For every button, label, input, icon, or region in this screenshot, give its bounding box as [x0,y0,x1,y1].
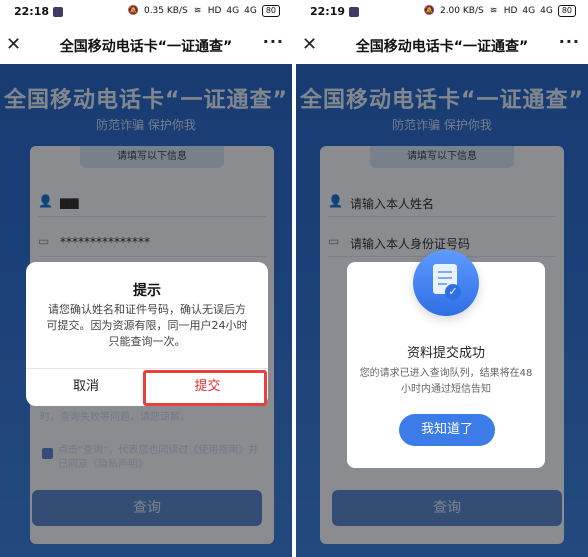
signal-2: 4G [540,6,553,16]
page-title: 全国移动电话卡“一证通查” [355,39,529,55]
success-dialog: ✓ 资料提交成功 您的请求已进入查询队列，结果将在48小时内通过短信告知 我知道… [347,250,545,468]
mute-icon: 🔕 [423,6,435,16]
more-icon[interactable]: ··· [559,32,580,51]
status-bar: 22:19 🔕 2.00 KB/S ≋ HD 4G 4G 80 [296,0,588,26]
got-it-button[interactable]: 我知道了 [399,414,495,446]
hd-label: HD [503,6,518,16]
page-title: 全国移动电话卡“一证通查” [59,39,233,55]
screen-left: 22:18 🔕 0.35 KB/S ≋ HD 4G 4G 80 ✕ 全国移动电话… [0,0,292,557]
success-title: 资料提交成功 [406,346,485,361]
wifi-icon: ≋ [489,6,498,16]
battery-icon: 80 [261,5,280,17]
success-description: 您的请求已进入查询队列，结果将在48小时内通过短信告知 [359,368,533,395]
document-check-icon: ✓ [413,250,479,316]
net-speed: 0.35 KB/S [143,6,188,16]
status-time: 22:18 [14,5,50,18]
submit-highlight-box [143,370,267,406]
mute-icon: 🔕 [127,6,139,16]
dialog-title: 提示 [133,283,161,299]
nav-bar: ✕ 全国移动电话卡“一证通查” ··· [296,26,588,64]
more-icon[interactable]: ··· [263,32,284,51]
dialog-body: 请您确认姓名和证件号码，确认无误后方可提交。因为资源有限，同一用户24小时只能查… [46,303,248,348]
check-icon: ✓ [445,284,461,300]
nav-bar: ✕ 全国移动电话卡“一证通查” ··· [0,26,292,64]
signal-1: 4G [226,6,240,16]
battery-icon: 80 [557,5,576,17]
status-time: 22:19 [310,5,346,18]
status-bar: 22:18 🔕 0.35 KB/S ≋ HD 4G 4G 80 [0,0,292,26]
app-notification-icon [53,7,63,17]
cancel-button[interactable]: 取消 [26,368,146,406]
wifi-icon: ≋ [193,6,202,16]
app-notification-icon [349,7,359,17]
hd-label: HD [207,6,222,16]
signal-1: 4G [522,6,536,16]
signal-2: 4G [244,6,257,16]
net-speed: 2.00 KB/S [439,6,484,16]
screen-right: 22:19 🔕 2.00 KB/S ≋ HD 4G 4G 80 ✕ 全国移动电话… [296,0,588,557]
